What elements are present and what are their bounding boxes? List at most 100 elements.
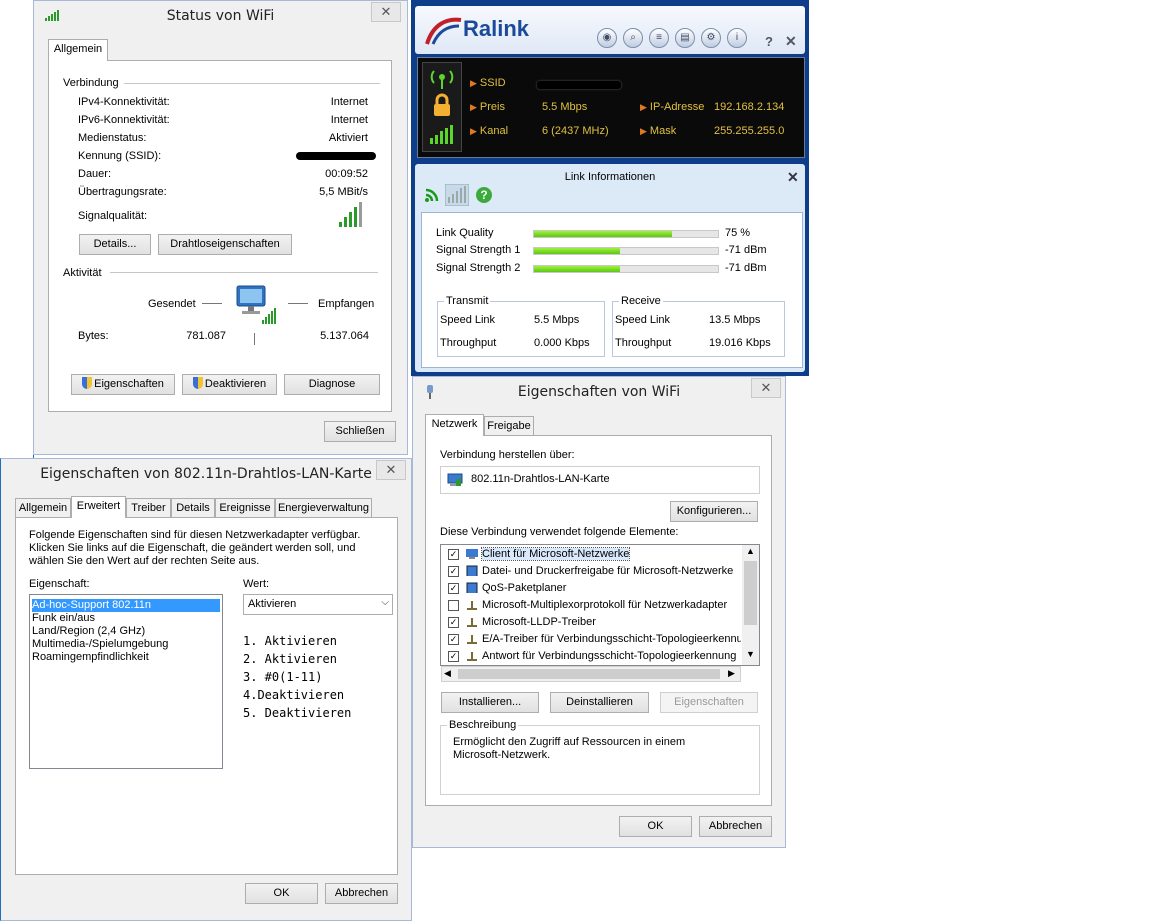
wifi-properties-dialog: Eigenschaften von WiFi ✕ Netzwerk Freiga…: [412, 376, 786, 848]
cancel-button[interactable]: Abbrechen: [699, 816, 772, 837]
status-icons: [422, 62, 462, 152]
value-select[interactable]: Aktivieren ⌵: [243, 594, 393, 615]
tab-allgemein[interactable]: Allgemein: [15, 498, 71, 518]
list-item[interactable]: ✓ Antwort für Verbindungsschicht-Topolog…: [441, 649, 741, 665]
row-value: Aktiviert: [328, 132, 368, 144]
list-item-label: Antwort für Verbindungsschicht-Topologie…: [482, 650, 737, 662]
list-item[interactable]: Funk ein/aus: [32, 612, 95, 625]
list-item[interactable]: Ad-hoc-Support 802.11n: [32, 599, 220, 612]
close-dialog-button[interactable]: Schließen: [324, 421, 396, 442]
annotation-line: 1. Aktivieren: [243, 634, 337, 648]
uac-shield-icon: [192, 377, 203, 389]
value-label: Wert:: [243, 578, 270, 590]
dialog-title: Eigenschaften von WiFi: [517, 384, 681, 400]
scroll-up-arrow-icon[interactable]: ▲: [746, 546, 755, 556]
list-icon[interactable]: ≡: [649, 28, 669, 48]
tab-ereignisse[interactable]: Ereignisse: [215, 498, 275, 518]
properties-button[interactable]: Eigenschaften: [660, 692, 758, 713]
list-item[interactable]: ✓ Client für Microsoft-Netzwerke: [441, 547, 741, 563]
settings-icon[interactable]: ⚙: [701, 28, 721, 48]
checkbox[interactable]: ✓: [448, 634, 459, 645]
transmit-caption: Transmit: [444, 295, 491, 307]
checkbox[interactable]: ✓: [448, 566, 459, 577]
items-label: Diese Verbindung verwendet folgende Elem…: [440, 526, 679, 538]
close-button[interactable]: ✕: [751, 378, 781, 398]
list-item[interactable]: ✓ E/A-Treiber für Verbindungsschicht-Top…: [441, 632, 741, 648]
tab-energieverwaltung[interactable]: Energieverwaltung: [275, 498, 372, 518]
disable-button[interactable]: Deaktivieren: [182, 374, 277, 395]
signal-strength-2-bar-fill: [534, 266, 621, 272]
checkbox[interactable]: ✓: [448, 583, 459, 594]
ok-button[interactable]: OK: [245, 883, 318, 904]
list-item[interactable]: Microsoft-Multiplexorprotokoll für Netzw…: [441, 598, 741, 614]
diagnose-button[interactable]: Diagnose: [284, 374, 380, 395]
tx-throughput-value: 0.000 Kbps: [534, 337, 590, 349]
scroll-left-arrow-icon[interactable]: ◀: [444, 668, 451, 679]
uninstall-button[interactable]: Deinstallieren: [550, 692, 649, 713]
tab-erweitert[interactable]: Erweitert: [71, 496, 126, 518]
vertical-scrollbar[interactable]: ▲ ▼: [742, 545, 759, 665]
annotation-line: 3. #0(1-11): [243, 670, 323, 684]
checkbox[interactable]: ✓: [448, 651, 459, 662]
tab-treiber[interactable]: Treiber: [126, 498, 171, 518]
scroll-thumb[interactable]: [458, 669, 720, 679]
divider: [110, 272, 378, 273]
horizontal-scrollbar[interactable]: ◀ ▶: [441, 666, 741, 682]
checkbox[interactable]: [448, 600, 459, 611]
list-item[interactable]: Multimedia-/Spielumgebung: [32, 638, 168, 651]
help-icon[interactable]: ?: [475, 186, 493, 204]
help-button[interactable]: ?: [765, 34, 773, 49]
close-button[interactable]: ✕: [785, 33, 797, 50]
description-line: Folgende Eigenschaften sind für diesen N…: [29, 529, 361, 541]
list-item[interactable]: ✓ QoS-Paketplaner: [441, 581, 741, 597]
link-quality-icon[interactable]: [445, 184, 469, 206]
signal-strength-1-bar: [533, 247, 719, 255]
arrow-icon: ▶: [470, 126, 477, 136]
cancel-button[interactable]: Abbrechen: [325, 883, 398, 904]
details-button[interactable]: Details...: [79, 234, 151, 255]
scroll-right-arrow-icon[interactable]: ▶: [728, 668, 735, 679]
row-value: Internet: [330, 114, 368, 126]
page-icon[interactable]: ▤: [675, 28, 695, 48]
sent-label: Gesendet: [148, 298, 196, 310]
connect-using-label: Verbindung herstellen über:: [440, 449, 575, 461]
scroll-down-arrow-icon[interactable]: ▼: [746, 649, 755, 659]
divider: [202, 303, 222, 304]
brand-name: Ralink: [463, 16, 530, 41]
adapter-name: 802.11n-Drahtlos-LAN-Karte: [471, 473, 610, 485]
close-button[interactable]: ✕: [371, 2, 401, 22]
wireless-properties-button[interactable]: Drahtloseigenschaften: [158, 234, 292, 255]
property-list[interactable]: Ad-hoc-Support 802.11n Funk ein/aus Land…: [29, 594, 223, 769]
properties-button[interactable]: Eigenschaften: [71, 374, 175, 395]
search-icon[interactable]: ⌕: [623, 28, 643, 48]
configure-button[interactable]: Konfigurieren...: [670, 501, 758, 522]
network-client-icon: [466, 549, 478, 559]
rx-speed-value: 13.5 Mbps: [709, 314, 761, 326]
ssid-label-text: SSID: [479, 77, 506, 89]
svg-text:?: ?: [480, 188, 487, 202]
signal-quality-label: Signalqualität:: [78, 210, 148, 222]
arrow-icon: ▶: [470, 102, 477, 112]
link-status-icon[interactable]: [423, 186, 441, 204]
checkbox[interactable]: ✓: [448, 617, 459, 628]
rss-icon[interactable]: ◉: [597, 28, 617, 48]
checkbox[interactable]: ✓: [448, 549, 459, 560]
tab-allgemein[interactable]: Allgemein: [48, 39, 108, 61]
list-item[interactable]: ✓ Microsoft-LLDP-Treiber: [441, 615, 741, 631]
link-info-close-button[interactable]: ✕: [787, 169, 799, 186]
list-item[interactable]: ✓ Datei- und Druckerfreigabe für Microso…: [441, 564, 741, 580]
link-quality-bar-fill: [534, 231, 672, 237]
scroll-thumb[interactable]: [744, 561, 757, 625]
tab-netzwerk[interactable]: Netzwerk: [425, 414, 484, 436]
info-icon[interactable]: i: [727, 28, 747, 48]
list-item[interactable]: Roamingempfindlichkeit: [32, 651, 149, 664]
ok-button[interactable]: OK: [619, 816, 692, 837]
install-button[interactable]: Installieren...: [441, 692, 539, 713]
tab-details[interactable]: Details: [171, 498, 215, 518]
close-button[interactable]: ✕: [376, 460, 406, 480]
annotation-line: 5. Deaktivieren: [243, 706, 352, 720]
tab-freigabe[interactable]: Freigabe: [484, 416, 534, 436]
component-list[interactable]: ✓ Client für Microsoft-Netzwerke ✓ Datei…: [440, 544, 760, 666]
list-item[interactable]: Land/Region (2,4 GHz): [32, 625, 145, 638]
rx-throughput-label: Throughput: [615, 337, 672, 349]
